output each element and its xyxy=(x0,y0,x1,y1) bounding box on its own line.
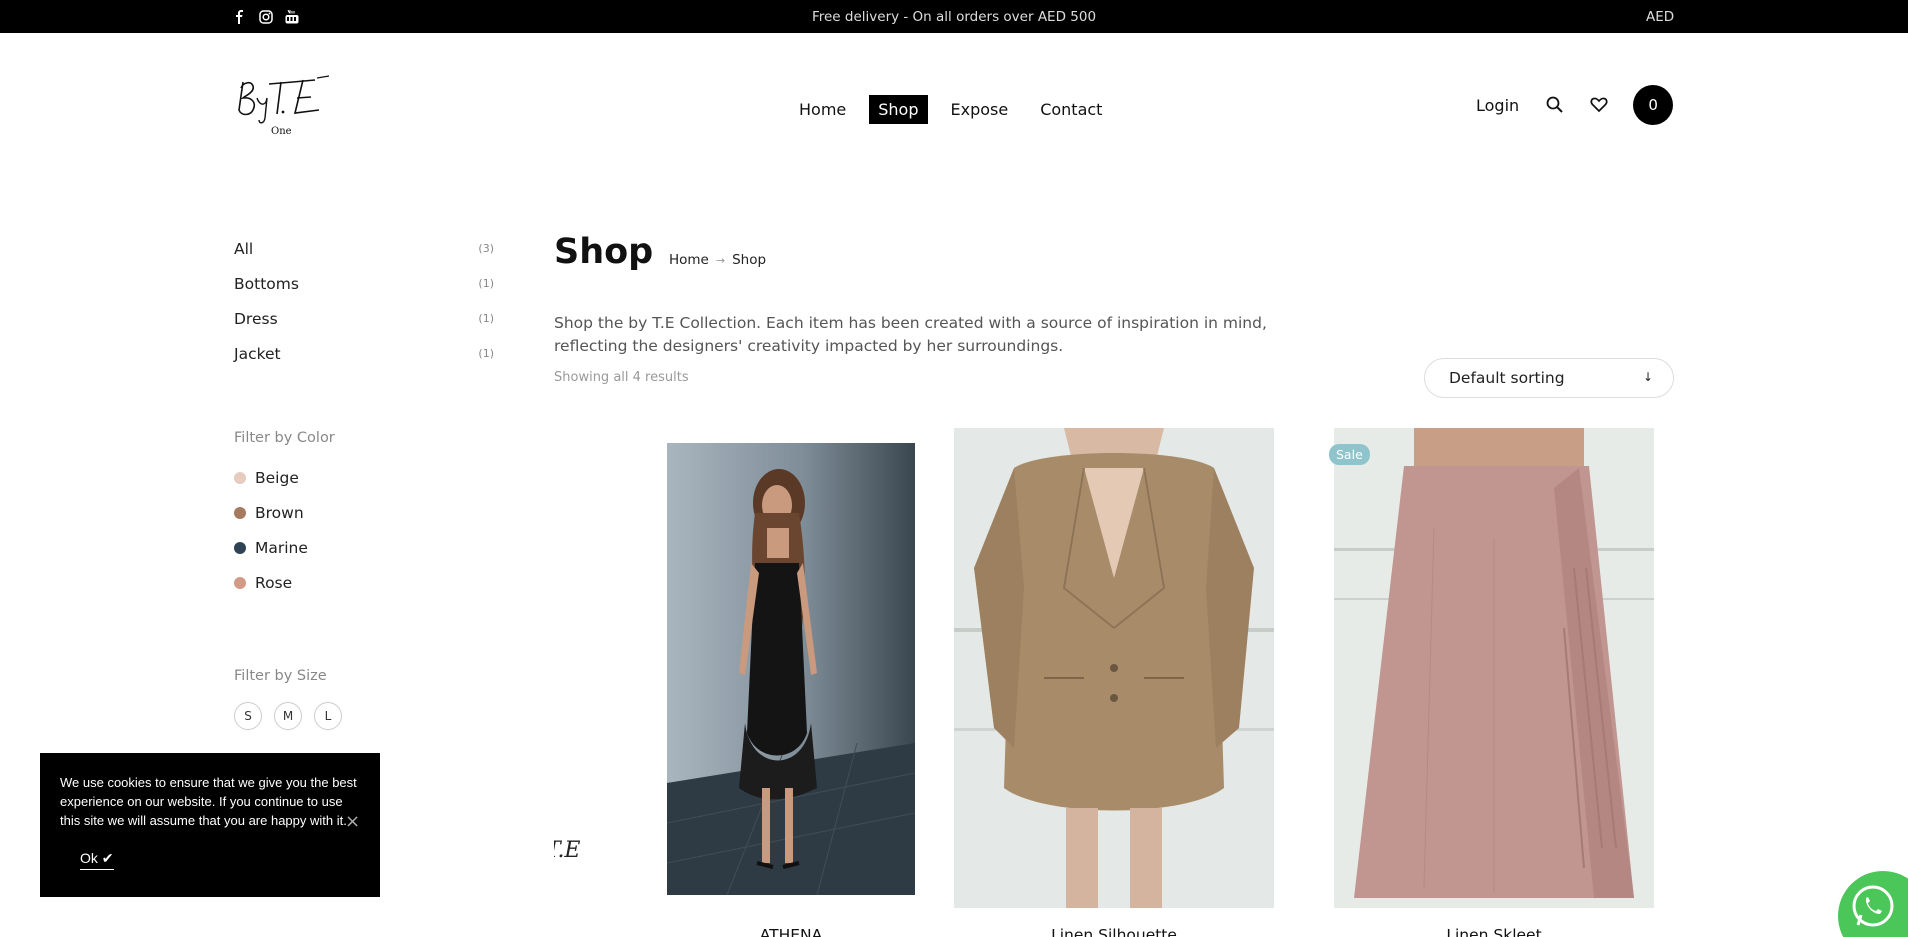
nav-contact[interactable]: Contact xyxy=(1031,95,1111,124)
category-dress[interactable]: Dress (1) xyxy=(234,310,494,345)
category-label: Bottoms xyxy=(234,275,299,293)
breadcrumb: Home → Shop xyxy=(669,252,766,268)
whatsapp-icon xyxy=(1850,883,1896,933)
product-image[interactable] xyxy=(667,443,915,895)
sort-select[interactable]: Default sorting ↓ xyxy=(1424,358,1674,398)
arrow-down-icon: ↓ xyxy=(1642,370,1653,384)
color-label: Beige xyxy=(255,468,299,487)
category-all[interactable]: All (3) xyxy=(234,240,494,275)
page-title: Shop xyxy=(554,232,654,272)
cart-count: 0 xyxy=(1648,96,1658,114)
partial-logo-tile: T.E xyxy=(554,838,584,878)
color-label: Rose xyxy=(255,573,293,592)
login-link[interactable]: Login xyxy=(1476,96,1519,115)
sidebar: All (3) Bottoms (1) Dress (1) Jacket (1)… xyxy=(234,240,494,730)
arrow-right-icon: → xyxy=(715,253,726,267)
cart-button[interactable]: 0 xyxy=(1633,85,1674,125)
shop-description: Shop the by T.E Collection. Each item ha… xyxy=(554,314,1267,355)
filter-size-title: Filter by Size xyxy=(234,668,327,684)
whatsapp-button[interactable] xyxy=(1838,871,1908,937)
color-label: Brown xyxy=(255,503,304,522)
category-label: Dress xyxy=(234,310,278,328)
product-image[interactable] xyxy=(954,428,1274,908)
main-nav: Home Shop Expose Contact xyxy=(790,95,1111,124)
partial-logo-text: T.E xyxy=(554,838,581,863)
size-m[interactable]: M xyxy=(274,702,302,730)
result-count: Showing all 4 results xyxy=(554,370,689,385)
currency-switcher[interactable]: AED xyxy=(1646,9,1674,25)
color-label: Marine xyxy=(255,538,308,557)
nav-expose[interactable]: Expose xyxy=(942,95,1018,124)
category-label: All xyxy=(234,240,254,258)
color-rose[interactable]: Rose xyxy=(234,565,494,600)
sort-value: Default sorting xyxy=(1449,369,1565,387)
nav-home[interactable]: Home xyxy=(790,95,855,124)
close-icon[interactable]: × xyxy=(345,811,360,832)
category-count: (3) xyxy=(478,242,494,255)
size-filter: S M L xyxy=(234,702,494,730)
color-beige[interactable]: Beige xyxy=(234,460,494,495)
filter-color-title: Filter by Color xyxy=(234,430,335,446)
cookie-ok-button[interactable]: Ok ✔ xyxy=(80,850,114,870)
product-name[interactable]: ATHENA xyxy=(667,926,915,937)
cookie-text: We use cookies to ensure that we give yo… xyxy=(60,775,357,828)
color-swatch xyxy=(234,541,246,554)
promo-text: Free delivery - On all orders over AED 5… xyxy=(811,9,1097,25)
color-swatch xyxy=(234,576,246,589)
product-name[interactable]: Linen Skleet xyxy=(1334,926,1654,937)
header-actions: Login 0 xyxy=(1476,85,1674,125)
product-image[interactable] xyxy=(1334,428,1654,908)
breadcrumb-home[interactable]: Home xyxy=(669,252,709,268)
color-brown[interactable]: Brown xyxy=(234,495,494,530)
logo-subtext: One xyxy=(271,126,292,137)
nav-shop[interactable]: Shop xyxy=(869,95,928,124)
sale-badge: Sale xyxy=(1329,444,1370,465)
category-count: (1) xyxy=(478,347,494,360)
cookie-banner: We use cookies to ensure that we give yo… xyxy=(40,753,380,897)
color-swatch xyxy=(234,506,246,519)
category-jacket[interactable]: Jacket (1) xyxy=(234,345,494,380)
product-name[interactable]: Linen Silhouette xyxy=(954,926,1274,937)
category-bottoms[interactable]: Bottoms (1) xyxy=(234,275,494,310)
site-logo[interactable]: One xyxy=(233,68,333,143)
category-count: (1) xyxy=(478,277,494,290)
breadcrumb-current: Shop xyxy=(732,252,767,268)
color-swatch xyxy=(234,471,246,484)
top-bar: Free delivery - On all orders over AED 5… xyxy=(0,0,1908,33)
category-label: Jacket xyxy=(234,345,281,363)
category-count: (1) xyxy=(478,312,494,325)
search-icon[interactable] xyxy=(1545,95,1565,115)
heart-icon[interactable] xyxy=(1589,95,1609,115)
size-s[interactable]: S xyxy=(234,702,262,730)
size-l[interactable]: L xyxy=(314,702,342,730)
color-marine[interactable]: Marine xyxy=(234,530,494,565)
